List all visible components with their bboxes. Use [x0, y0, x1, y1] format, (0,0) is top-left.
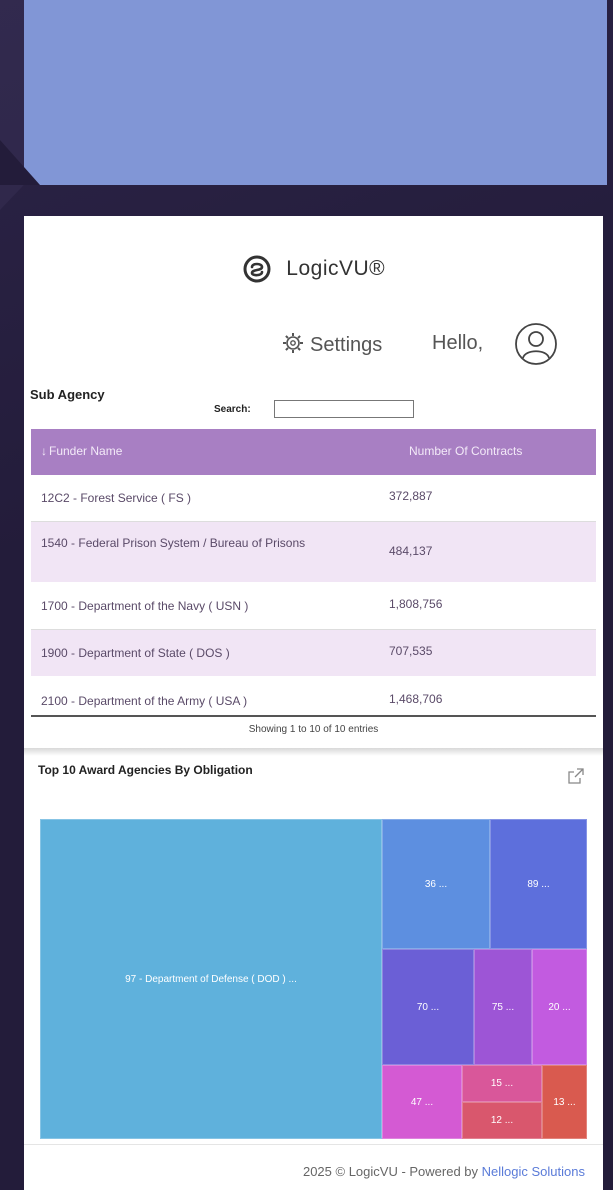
table-row[interactable]: 2100 - Department of the Army ( USA ) 1,… — [31, 677, 596, 715]
table-row[interactable]: 1540 - Federal Prison System / Bureau of… — [31, 522, 596, 582]
sort-down-icon: ↓ — [41, 444, 47, 458]
funder-name-cell: 1900 - Department of State ( DOS ) — [41, 646, 230, 660]
search-label: Search: — [214, 404, 251, 415]
main-panel: LogicVU® Settings Hello, Sub Agency Sear… — [24, 216, 603, 1190]
contracts-cell: 484,137 — [389, 544, 433, 558]
column-funder-name[interactable]: ↓ Funder Name — [41, 444, 122, 458]
sub-agency-title: Sub Agency — [30, 387, 105, 402]
treemap-chart: 97 - Department of Defense ( DOD ) ... 3… — [40, 819, 587, 1139]
funder-name-cell: 1540 - Federal Prison System / Bureau of… — [41, 536, 306, 550]
search-input[interactable] — [274, 400, 414, 418]
hello-text: Hello, — [432, 332, 484, 354]
footer: 2025 © LogicVU - Powered by Nellogic Sol… — [303, 1164, 585, 1179]
treemap-tile[interactable]: 15 ... — [462, 1065, 542, 1102]
user-bar: Settings Hello, — [24, 320, 603, 372]
table-row[interactable]: 1900 - Department of State ( DOS ) 707,5… — [31, 630, 596, 676]
table-row[interactable]: 12C2 - Forest Service ( FS ) 372,887 — [31, 475, 596, 522]
contracts-cell: 1,468,706 — [389, 692, 443, 706]
column-number-of-contracts[interactable]: Number Of Contracts — [409, 444, 522, 458]
table-header: ↓ Funder Name Number Of Contracts — [31, 429, 596, 475]
gear-icon — [283, 333, 303, 353]
chart-title: Top 10 Award Agencies By Obligation — [38, 763, 253, 777]
contracts-cell: 707,535 — [389, 644, 433, 658]
settings-button[interactable]: Settings — [282, 332, 382, 357]
brand-name: LogicVU® — [286, 257, 386, 280]
user-avatar-icon[interactable] — [514, 322, 558, 366]
table-info: Showing 1 to 10 of 10 entries — [248, 724, 379, 735]
column-funder-name-label: Funder Name — [49, 444, 123, 458]
section-divider — [24, 748, 603, 756]
contracts-cell: 372,887 — [389, 489, 433, 503]
treemap-tile[interactable]: 20 ... — [532, 949, 587, 1065]
footer-divider — [24, 1144, 603, 1145]
treemap-tile[interactable]: 75 ... — [474, 949, 532, 1065]
contracts-cell: 1,808,756 — [389, 597, 443, 611]
table-bottom-border — [31, 715, 596, 717]
table-row[interactable]: 1700 - Department of the Navy ( USN ) 1,… — [31, 583, 596, 630]
treemap-tile[interactable]: 13 ... — [542, 1065, 587, 1139]
treemap-tile[interactable]: 70 ... — [382, 949, 474, 1065]
treemap-tile[interactable]: 47 ... — [382, 1065, 462, 1139]
banner-corner — [0, 140, 40, 185]
funder-name-cell: 1700 - Department of the Navy ( USN ) — [41, 599, 249, 613]
funder-name-cell: 12C2 - Forest Service ( FS ) — [41, 491, 192, 505]
funder-name-cell: 2100 - Department of the Army ( USA ) — [41, 694, 248, 708]
logo[interactable]: LogicVU® — [24, 254, 603, 284]
expand-icon[interactable] — [568, 768, 584, 784]
footer-link[interactable]: Nellogic Solutions — [482, 1164, 585, 1179]
logicvu-logo-icon — [243, 255, 271, 283]
treemap-tile[interactable]: 12 ... — [462, 1102, 542, 1139]
top-banner — [24, 0, 607, 185]
treemap-tile[interactable]: 89 ... — [490, 819, 587, 949]
treemap-tile[interactable]: 36 ... — [382, 819, 490, 949]
footer-text: 2025 © LogicVU - Powered by — [302, 1164, 482, 1179]
settings-label: Settings — [310, 334, 383, 356]
treemap-tile[interactable]: 97 - Department of Defense ( DOD ) ... — [40, 819, 382, 1139]
